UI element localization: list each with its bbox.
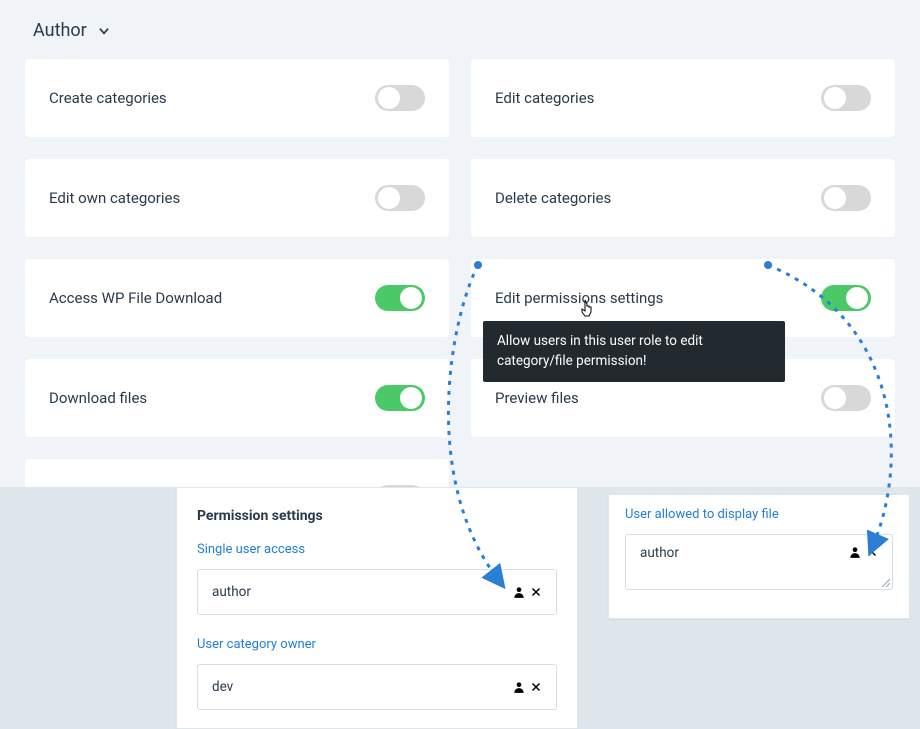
perm-delete-categories: Delete categories: [471, 159, 895, 237]
perm-label: Edit categories: [495, 89, 594, 107]
toggle-access-wp-file-download[interactable]: [375, 285, 425, 311]
permission-settings-panel: Permission settings Single user access a…: [176, 487, 578, 729]
field-label-user-allowed-display: User allowed to display file: [625, 507, 893, 522]
toggle-edit-own-categories[interactable]: [375, 185, 425, 211]
user-icon[interactable]: [512, 680, 526, 694]
perm-edit-categories: Edit categories: [471, 59, 895, 137]
close-icon[interactable]: [530, 681, 542, 693]
toggle-create-categories[interactable]: [375, 85, 425, 111]
toggle-preview-files[interactable]: [821, 385, 871, 411]
perm-label: Preview files: [495, 389, 579, 407]
perm-label: Access WP File Download: [49, 289, 222, 307]
perm-edit-permissions-settings: Edit permissions settings Allow users in…: [471, 259, 895, 337]
permissions-grid: Create categories Edit categories Edit o…: [25, 59, 895, 537]
toggle-edit-categories[interactable]: [821, 85, 871, 111]
chevron-down-icon: [97, 24, 111, 38]
close-icon[interactable]: [866, 546, 878, 558]
tooltip: Allow users in this user role to edit ca…: [483, 321, 785, 382]
field-label-user-category-owner: User category owner: [197, 637, 557, 652]
perm-label: Delete categories: [495, 189, 611, 207]
permissions-top-section: Author Create categories Edit categories…: [0, 0, 920, 547]
value-icons: [512, 680, 542, 694]
bottom-section: Permission settings Single user access a…: [0, 487, 920, 729]
perm-label: Edit own categories: [49, 189, 180, 207]
user-icon[interactable]: [512, 585, 526, 599]
toggle-delete-categories[interactable]: [821, 185, 871, 211]
perm-download-files: Download files: [25, 359, 449, 437]
toggle-edit-permissions-settings[interactable]: [821, 285, 871, 311]
perm-edit-own-categories: Edit own categories: [25, 159, 449, 237]
single-user-access-value[interactable]: author: [197, 569, 557, 615]
perm-label: Create categories: [49, 89, 167, 107]
user-allowed-display-value[interactable]: author: [625, 534, 893, 590]
panel-title: Permission settings: [197, 508, 557, 524]
perm-access-wp-file-download: Access WP File Download: [25, 259, 449, 337]
toggle-download-files[interactable]: [375, 385, 425, 411]
perm-label: Edit permissions settings: [495, 289, 663, 307]
field-label-single-user-access: Single user access: [197, 542, 557, 557]
value-text: author: [640, 545, 679, 561]
role-label: Author: [33, 20, 87, 41]
close-icon[interactable]: [530, 586, 542, 598]
user-category-owner-value[interactable]: dev: [197, 664, 557, 710]
value-icons: [512, 585, 542, 599]
user-allowed-display-file-panel: User allowed to display file author: [608, 494, 910, 619]
perm-label: Download files: [49, 389, 147, 407]
value-icons: [848, 545, 878, 559]
resize-handle-icon[interactable]: [880, 577, 890, 587]
value-text: author: [212, 584, 251, 600]
perm-create-categories: Create categories: [25, 59, 449, 137]
user-icon[interactable]: [848, 545, 862, 559]
value-text: dev: [212, 679, 233, 695]
tooltip-text: Allow users in this user role to edit ca…: [497, 333, 703, 369]
role-selector[interactable]: Author: [33, 20, 111, 41]
